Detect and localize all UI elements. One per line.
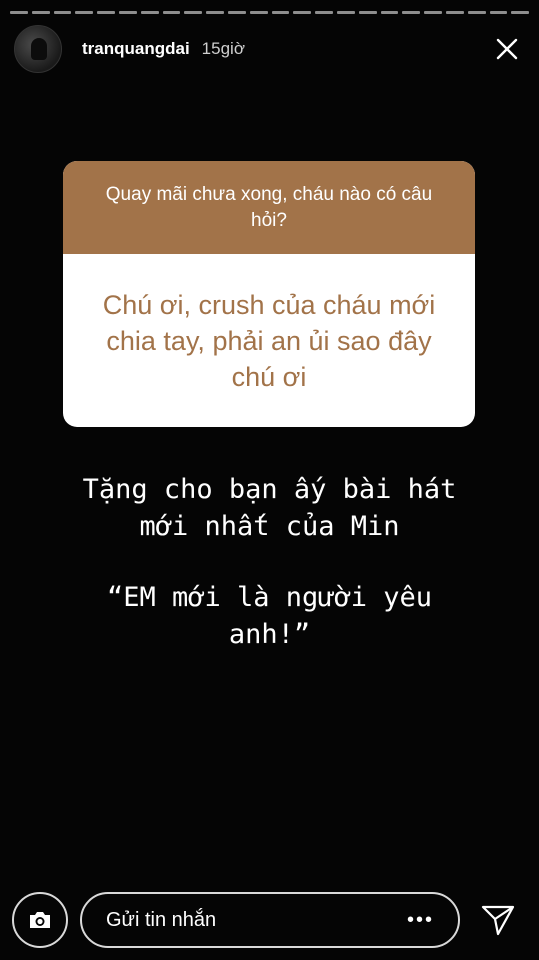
progress-segment — [206, 11, 224, 14]
progress-segment — [227, 11, 246, 14]
question-card: Quay mãi chưa xong, cháu nào có câu hỏi?… — [63, 161, 475, 427]
progress-segment — [184, 11, 203, 14]
progress-segment — [402, 11, 421, 14]
question-prompt-area: Quay mãi chưa xong, cháu nào có câu hỏi? — [63, 161, 475, 254]
progress-segment — [424, 11, 442, 14]
progress-segment — [10, 11, 28, 14]
close-button[interactable] — [489, 31, 525, 67]
post-time: 15giờ — [201, 39, 245, 58]
progress-segment — [336, 11, 355, 14]
progress-segment — [249, 11, 268, 14]
send-button[interactable] — [478, 900, 518, 940]
question-answer: Chú ơi, crush của cháu mới chia tay, phả… — [102, 289, 436, 392]
progress-segment — [511, 11, 530, 14]
progress-segment — [97, 11, 115, 14]
progress-segment — [358, 11, 377, 14]
more-options-icon[interactable]: ••• — [407, 909, 434, 932]
progress-segment — [293, 11, 312, 14]
message-input[interactable]: Gửi tin nhắn ••• — [80, 892, 460, 948]
progress-segment — [162, 11, 181, 14]
overlay-text-2: “EM mới là người yêu anh!” — [106, 582, 433, 650]
progress-segment — [315, 11, 333, 14]
overlay-text-1: Tặng cho bạn ấy bài hát mới nhất của Min — [82, 474, 457, 542]
story-footer: Gửi tin nhắn ••• — [12, 890, 527, 950]
progress-segment — [31, 11, 50, 14]
message-placeholder: Gửi tin nhắn — [106, 908, 217, 931]
question-answer-area: Chú ơi, crush của cháu mới chia tay, phả… — [63, 254, 475, 427]
progress-segment — [75, 11, 94, 14]
story-progress-bar — [10, 11, 530, 14]
progress-segment — [118, 11, 137, 14]
close-icon — [496, 38, 518, 60]
send-icon — [481, 905, 515, 936]
camera-button[interactable] — [12, 892, 68, 948]
progress-segment — [489, 11, 508, 14]
progress-segment — [380, 11, 399, 14]
story-header: tranquangdai 15giờ — [14, 22, 525, 76]
progress-segment — [140, 11, 159, 14]
camera-icon — [30, 912, 50, 928]
username[interactable]: tranquangdai — [82, 39, 190, 59]
progress-segment — [467, 11, 486, 14]
question-prompt: Quay mãi chưa xong, cháu nào có câu hỏi? — [105, 183, 433, 231]
avatar[interactable] — [14, 25, 62, 73]
progress-segment — [271, 11, 290, 14]
progress-segment — [53, 11, 72, 14]
progress-segment — [445, 11, 464, 14]
